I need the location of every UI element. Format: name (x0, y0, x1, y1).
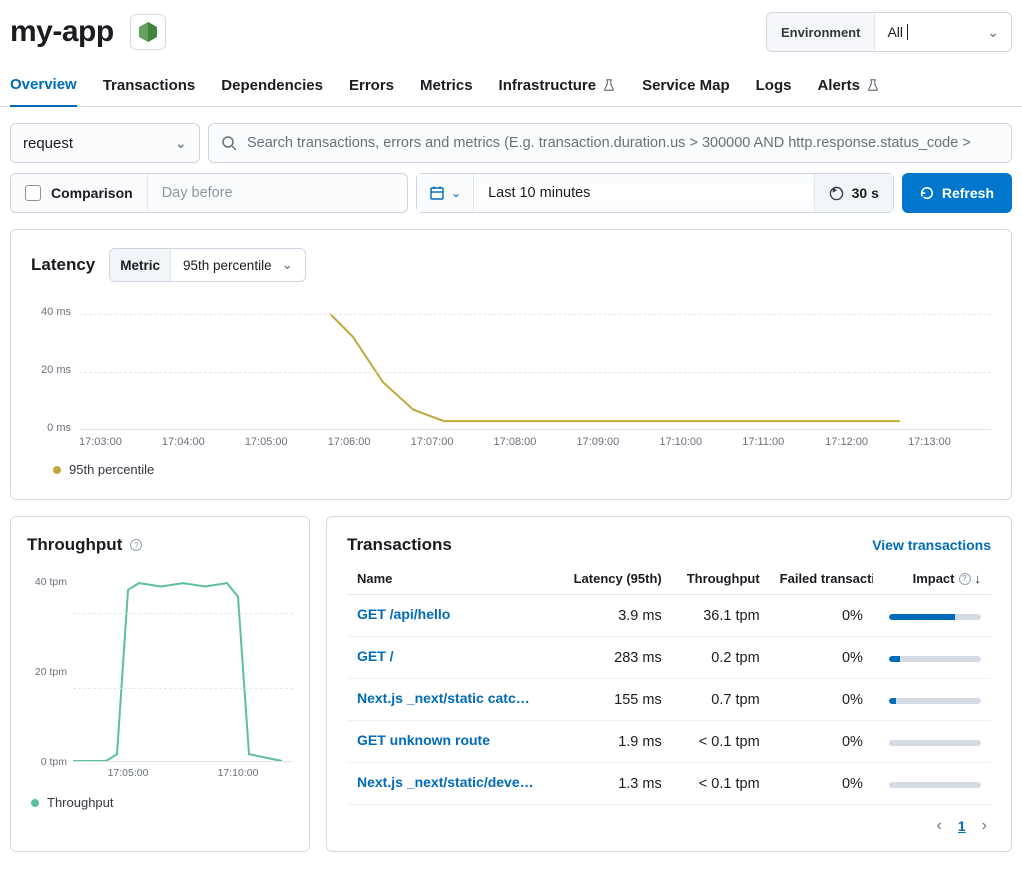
calendar-icon (429, 185, 445, 201)
auto-refresh-interval[interactable]: 30 s (814, 174, 893, 212)
throughput-cell: < 0.1 tpm (672, 721, 770, 763)
latency-cell: 155 ms (558, 679, 672, 721)
comparison-toggle[interactable]: Comparison Day before (10, 173, 408, 213)
transaction-link[interactable]: GET /api/hello (357, 606, 450, 622)
impact-bar (889, 656, 981, 662)
column-header[interactable]: Throughput (672, 563, 770, 595)
table-row: Next.js _next/static/devel… 1.3 ms< 0.1 t… (347, 763, 991, 805)
tab-dependencies[interactable]: Dependencies (221, 76, 323, 106)
beaker-icon (602, 78, 616, 92)
tab-errors[interactable]: Errors (349, 76, 394, 106)
chevron-down-icon: ⌄ (451, 186, 461, 200)
throughput-cell: 0.7 tpm (672, 679, 770, 721)
time-range-value: Last 10 minutes (474, 185, 814, 201)
tab-infrastructure[interactable]: Infrastructure (499, 76, 617, 106)
search-icon (221, 135, 237, 151)
app-title: my-app (10, 15, 114, 49)
failed-cell: 0% (770, 679, 873, 721)
tab-service-map[interactable]: Service Map (642, 76, 730, 106)
column-header[interactable]: Failed transactior (770, 563, 873, 595)
latency-cell: 1.3 ms (558, 763, 672, 805)
metric-label: Metric (110, 249, 171, 281)
transaction-link[interactable]: Next.js _next/static/devel… (357, 774, 537, 790)
impact-bar (889, 740, 981, 746)
transactions-panel: Transactions View transactions NameLaten… (326, 516, 1012, 852)
comparison-placeholder: Day before (148, 185, 247, 201)
legend-dot (31, 799, 39, 807)
latency-metric-select[interactable]: Metric 95th percentile ⌄ (109, 248, 306, 282)
environment-value: All (887, 24, 903, 40)
chevron-down-icon: ⌄ (987, 24, 999, 41)
transaction-link[interactable]: GET unknown route (357, 732, 490, 748)
prev-page-button[interactable]: ‹ (937, 817, 942, 835)
throughput-title: Throughput (27, 535, 122, 555)
pagination: ‹ 1 › (347, 805, 991, 839)
latency-cell: 283 ms (558, 637, 672, 679)
transaction-link[interactable]: Next.js _next/static catch… (357, 690, 537, 706)
chevron-down-icon: ⌄ (174, 134, 187, 152)
page-number[interactable]: 1 (958, 818, 966, 834)
auto-refresh-value: 30 s (852, 185, 879, 201)
transactions-table: NameLatency (95th)ThroughputFailed trans… (347, 563, 991, 805)
throughput-panel: Throughput ? 40 tpm20 tpm0 tpm 17:05:001… (10, 516, 310, 852)
sort-desc-icon[interactable]: ↓ (975, 571, 982, 586)
transaction-type-select[interactable]: request ⌄ (10, 123, 200, 163)
impact-bar (889, 614, 981, 620)
info-icon[interactable]: ? (130, 539, 142, 551)
latency-cell: 1.9 ms (558, 721, 672, 763)
tab-logs[interactable]: Logs (756, 76, 792, 106)
latency-cell: 3.9 ms (558, 595, 672, 637)
throughput-chart: 40 tpm20 tpm0 tpm 17:05:0017:10:00 (27, 571, 293, 781)
environment-selector[interactable]: Environment All ⌄ (766, 12, 1012, 52)
search-input[interactable]: Search transactions, errors and metrics … (208, 123, 1012, 163)
failed-cell: 0% (770, 595, 873, 637)
failed-cell: 0% (770, 721, 873, 763)
info-icon[interactable]: ? (959, 573, 971, 585)
refresh-label: Refresh (942, 185, 994, 201)
throughput-cell: 36.1 tpm (672, 595, 770, 637)
impact-bar (889, 698, 981, 704)
metric-value: 95th percentile (183, 258, 272, 273)
transaction-link[interactable]: GET / (357, 648, 394, 664)
view-transactions-link[interactable]: View transactions (872, 537, 991, 553)
framework-icon (130, 14, 166, 50)
next-page-button[interactable]: › (982, 817, 987, 835)
refresh-icon (920, 186, 934, 200)
refresh-timer-icon (829, 186, 844, 201)
search-placeholder: Search transactions, errors and metrics … (247, 135, 971, 151)
throughput-legend-label: Throughput (47, 795, 114, 810)
latency-legend-label: 95th percentile (69, 462, 154, 477)
comparison-label: Comparison (51, 185, 133, 201)
tab-bar: Overview Transactions Dependencies Errors Me… (0, 52, 1022, 107)
table-row: Next.js _next/static catch… 155 ms0.7 tpm… (347, 679, 991, 721)
table-row: GET unknown route 1.9 ms< 0.1 tpm0% (347, 721, 991, 763)
table-row: GET / 283 ms0.2 tpm0% (347, 637, 991, 679)
throughput-cell: < 0.1 tpm (672, 763, 770, 805)
column-header[interactable]: Impact?↓ (873, 563, 991, 595)
latency-chart: 40 ms20 ms0 ms 17:03:0017:04:0017:05:001… (31, 300, 991, 448)
refresh-button[interactable]: Refresh (902, 173, 1012, 213)
transaction-type-value: request (23, 135, 73, 152)
failed-cell: 0% (770, 637, 873, 679)
failed-cell: 0% (770, 763, 873, 805)
latency-title: Latency (31, 255, 95, 275)
column-header[interactable]: Name (347, 563, 558, 595)
tab-transactions[interactable]: Transactions (103, 76, 196, 106)
chevron-down-icon: ⌄ (282, 257, 293, 273)
beaker-icon (866, 78, 880, 92)
table-row: GET /api/hello 3.9 ms36.1 tpm0% (347, 595, 991, 637)
tab-metrics[interactable]: Metrics (420, 76, 473, 106)
column-header[interactable]: Latency (95th) (558, 563, 672, 595)
time-range-picker[interactable]: ⌄ Last 10 minutes 30 s (416, 173, 894, 213)
tab-alerts[interactable]: Alerts (817, 76, 880, 106)
tab-overview[interactable]: Overview (10, 76, 77, 107)
environment-label: Environment (767, 13, 875, 51)
latency-panel: Latency Metric 95th percentile ⌄ 40 ms20… (10, 229, 1012, 500)
impact-bar (889, 782, 981, 788)
transactions-title: Transactions (347, 535, 452, 555)
throughput-cell: 0.2 tpm (672, 637, 770, 679)
comparison-checkbox[interactable] (25, 185, 41, 201)
legend-dot (53, 466, 61, 474)
